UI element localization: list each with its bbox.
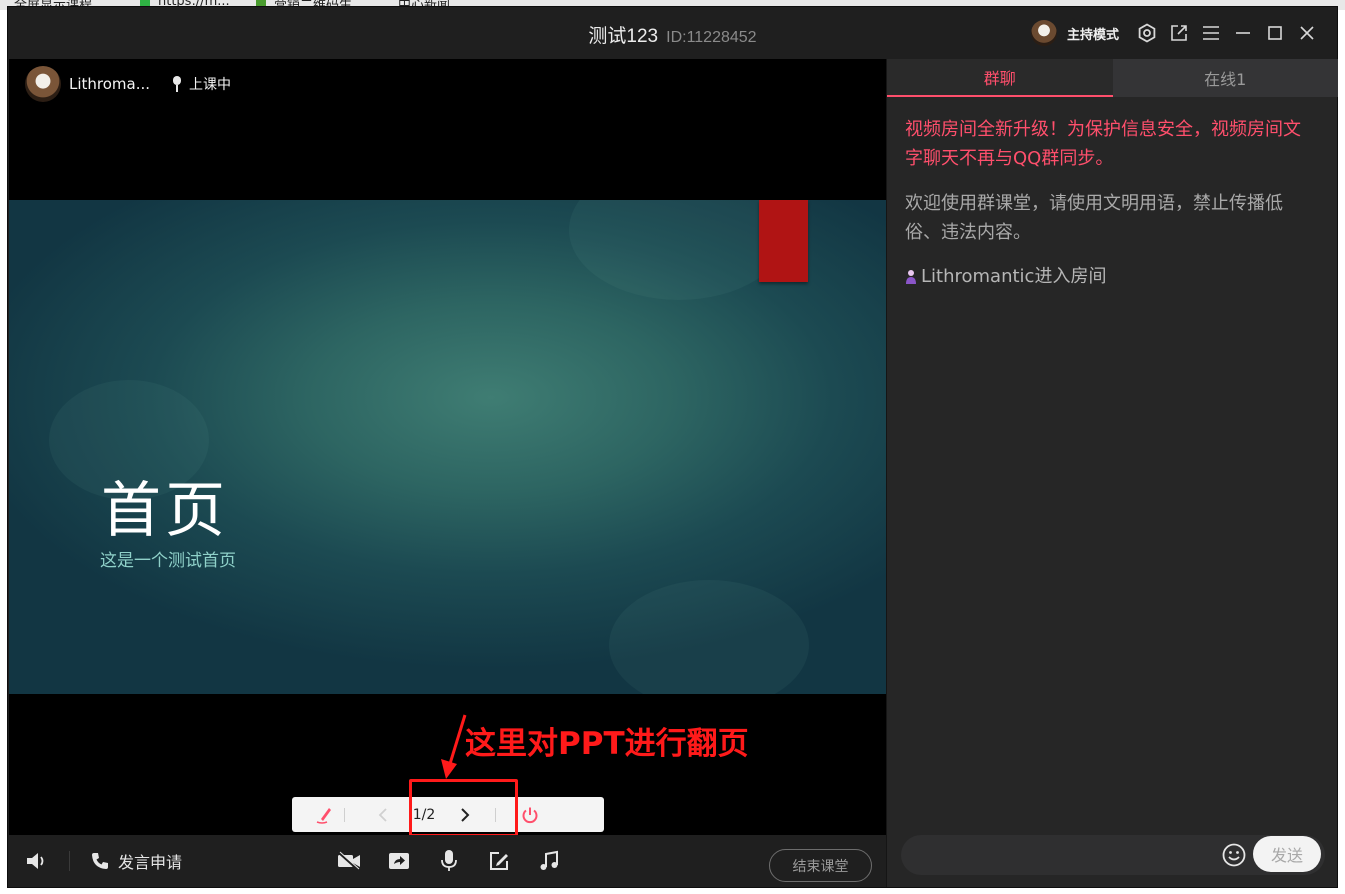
chat-tabs: 群聊 在线1 bbox=[887, 59, 1338, 97]
class-status-label: 上课中 bbox=[189, 77, 231, 93]
system-notice-message: 视频房间全新升级！为保护信息安全，视频房间文字聊天不再与QQ群同步。 bbox=[905, 119, 1301, 169]
music-note-icon[interactable] bbox=[534, 846, 564, 876]
host-avatar[interactable] bbox=[1030, 20, 1057, 46]
user-role-icon bbox=[906, 269, 916, 284]
pen-tool-icon[interactable] bbox=[308, 797, 340, 832]
enter-text: 进入房间 bbox=[1034, 266, 1107, 287]
end-class-button[interactable]: 结束课堂 bbox=[769, 849, 872, 882]
microphone-icon[interactable] bbox=[434, 846, 464, 876]
window-title: 测试123 bbox=[588, 26, 659, 47]
lecturing-mic-icon bbox=[173, 76, 181, 92]
menu-icon[interactable] bbox=[1195, 19, 1227, 47]
stage-header: Lithroma... 上课中 bbox=[9, 59, 886, 109]
slide-subtitle: 这是一个测试首页 bbox=[100, 551, 236, 571]
bottom-toolbar: 发言申请 结束课堂 bbox=[9, 835, 886, 887]
phone-icon bbox=[92, 853, 108, 869]
user-enter-message: Lithromantic 进入房间 bbox=[905, 262, 1317, 291]
chat-messages: 视频房间全新升级！为保护信息安全，视频房间文字聊天不再与QQ群同步。 欢迎使用群… bbox=[905, 115, 1317, 291]
tab-group-chat[interactable]: 群聊 bbox=[887, 59, 1113, 97]
tab-online[interactable]: 在线1 bbox=[1112, 59, 1338, 97]
room-id: ID:11228452 bbox=[666, 29, 757, 46]
presenter-name: Lithroma... bbox=[69, 75, 149, 93]
slide-red-accent bbox=[759, 200, 808, 282]
prev-page-button[interactable] bbox=[367, 797, 399, 832]
annotation-text: 这里对PPT进行翻页 bbox=[465, 726, 749, 762]
welcome-message: 欢迎使用群课堂，请使用文明用语，禁止传播低俗、违法内容。 bbox=[905, 193, 1283, 243]
chat-input[interactable] bbox=[915, 835, 1205, 875]
app-window: 测试123 ID:11228452 主持模式 Lithroma... 上课中 首… bbox=[7, 6, 1338, 888]
screen-share-icon[interactable] bbox=[384, 846, 414, 876]
pager-highlight-box bbox=[409, 779, 518, 837]
slide-decoration bbox=[569, 200, 789, 300]
enter-user-name: Lithromantic bbox=[921, 266, 1035, 287]
camera-off-icon[interactable] bbox=[334, 846, 364, 876]
chat-panel: 群聊 在线1 视频房间全新升级！为保护信息安全，视频房间文字聊天不再与QQ群同步… bbox=[886, 59, 1338, 887]
slide-title: 首页 bbox=[101, 476, 229, 546]
class-status: 上课中 bbox=[171, 74, 231, 94]
minimize-icon[interactable] bbox=[1227, 19, 1259, 47]
bottom-divider bbox=[69, 851, 70, 871]
slide-decoration bbox=[609, 580, 809, 694]
edit-note-icon[interactable] bbox=[484, 846, 514, 876]
chat-input-bar: 发送 bbox=[901, 835, 1325, 875]
settings-gear-icon[interactable] bbox=[1131, 19, 1163, 47]
host-mode-label[interactable]: 主持模式 bbox=[1067, 24, 1119, 43]
close-icon[interactable] bbox=[1291, 19, 1323, 47]
chevron-left-icon bbox=[378, 807, 387, 822]
popout-window-icon[interactable] bbox=[1163, 19, 1195, 47]
title-bar-controls: 主持模式 bbox=[1030, 19, 1323, 47]
presenter-avatar[interactable] bbox=[25, 66, 61, 102]
power-off-icon[interactable] bbox=[514, 797, 546, 832]
send-button[interactable]: 发送 bbox=[1253, 836, 1321, 872]
title-bar[interactable]: 测试123 ID:11228452 主持模式 bbox=[8, 7, 1337, 59]
speaker-volume-icon[interactable] bbox=[25, 849, 49, 873]
ppt-slide[interactable]: 首页 这是一个测试首页 bbox=[9, 200, 886, 694]
presentation-stage: Lithroma... 上课中 首页 这是一个测试首页 这里对PPT进行翻页 1… bbox=[9, 59, 886, 837]
toolbar-divider bbox=[344, 807, 345, 822]
apply-speak-button[interactable]: 发言申请 bbox=[90, 849, 182, 873]
emoji-icon[interactable] bbox=[1221, 842, 1247, 868]
maximize-icon[interactable] bbox=[1259, 19, 1291, 47]
apply-speak-label: 发言申请 bbox=[118, 853, 183, 872]
